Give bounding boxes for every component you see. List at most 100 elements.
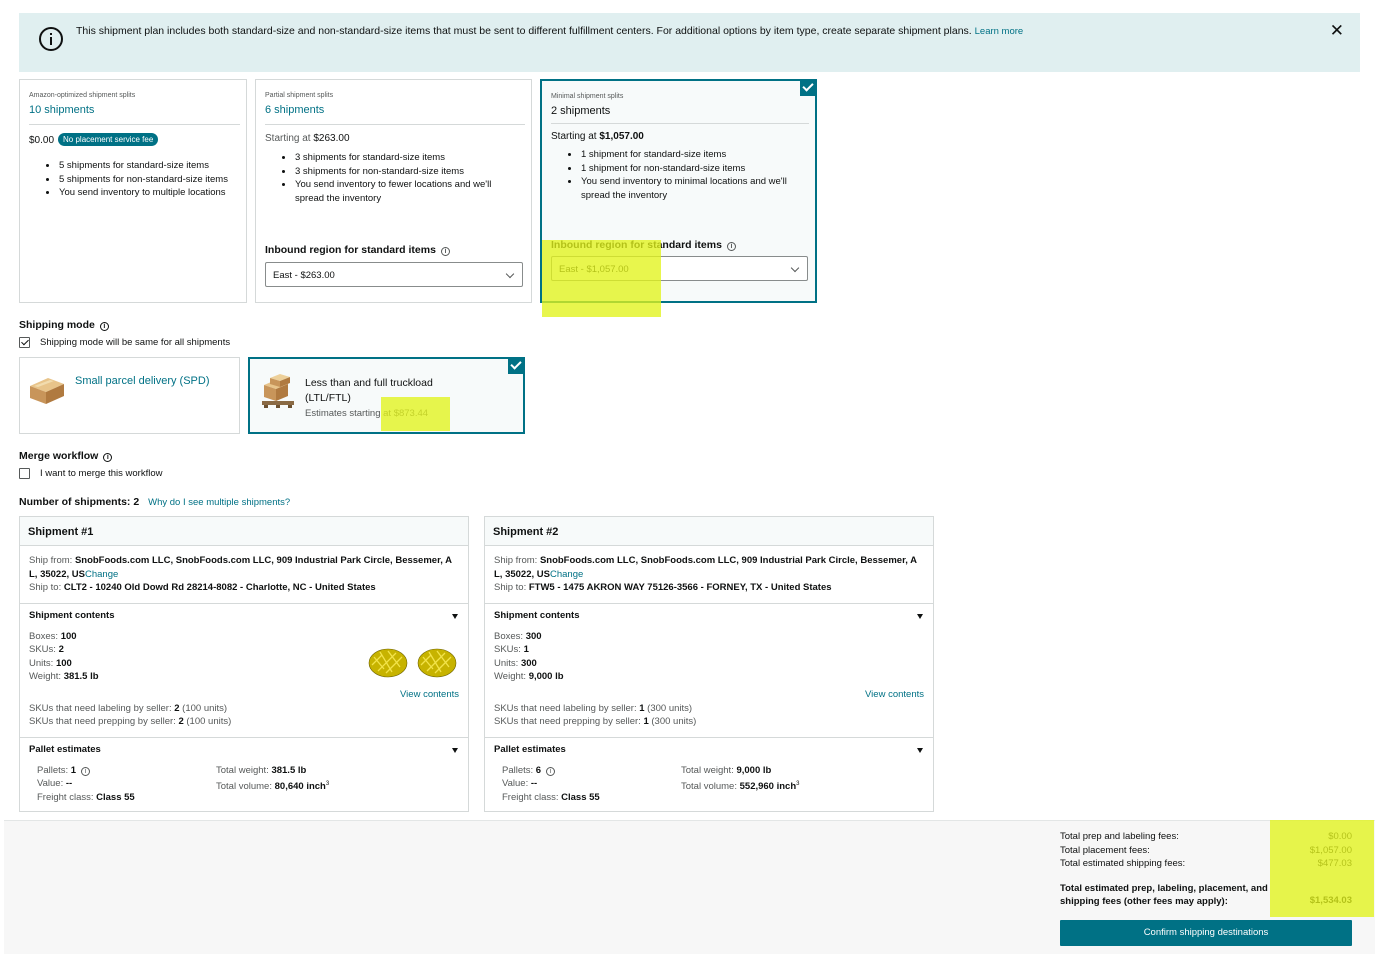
same-mode-label: Shipping mode will be same for all shipm…: [40, 337, 231, 348]
info-circle-icon[interactable]: i: [81, 767, 91, 776]
boxes: Boxes: 100: [29, 631, 77, 642]
info-circle-icon[interactable]: i: [99, 322, 109, 331]
split-option-partial[interactable]: Partial shipment splits 6 shipments Star…: [255, 79, 532, 303]
same-mode-checkbox[interactable]: [19, 337, 30, 348]
prepping-skus: SKUs that need prepping by seller: 1 (30…: [494, 716, 697, 727]
total-volume: Total volume: 80,640 inch3: [216, 781, 330, 793]
ship-from-line2: L, 35022, USChange: [29, 569, 119, 580]
mode-option-spd[interactable]: Small parcel delivery (SPD): [19, 357, 240, 434]
split-price: Starting at $263.00: [265, 133, 350, 144]
change-link[interactable]: Change: [550, 569, 583, 580]
caret-down-icon[interactable]: [452, 748, 458, 753]
units: Units: 100: [29, 658, 72, 669]
divider: [485, 737, 933, 738]
prep-fees-label: Total prep and labeling fees:: [1060, 831, 1179, 842]
total-fees-label: Total estimated prep, labeling, placemen…: [1060, 883, 1268, 907]
pallet-heading: Pallet estimates: [494, 744, 566, 755]
placement-fees-label: Total placement fees:: [1060, 845, 1150, 856]
info-circle-icon[interactable]: i: [103, 453, 113, 462]
product-thumbnail-images: [368, 648, 457, 678]
contents-heading: Shipment contents: [29, 610, 115, 621]
shipments-count: Number of shipments: 2 Why do I see mult…: [19, 496, 291, 508]
shipment-panel-1: Shipment #1 Ship from: SnobFoods.com LLC…: [19, 516, 469, 812]
list-item: You send inventory to fewer locations an…: [294, 178, 491, 192]
ship-from: Ship from: SnobFoods.com LLC, SnobFoods.…: [494, 555, 918, 566]
split-option-minimal[interactable]: Minimal shipment splits 2 shipments Star…: [540, 79, 817, 303]
caret-down-icon[interactable]: [917, 748, 923, 753]
list-item: You send inventory to multiple locations: [58, 186, 228, 200]
mode-option-ltl[interactable]: Less than and full truckload (LTL/FTL) E…: [248, 357, 525, 434]
banner-message: This shipment plan includes both standar…: [76, 25, 1024, 37]
multiple-shipments-link[interactable]: Why do I see multiple shipments?: [148, 497, 290, 508]
shipment-panel-2: Shipment #2 Ship from: SnobFoods.com LLC…: [484, 516, 934, 812]
shipping-mode-heading: Shipping mode i: [19, 319, 109, 331]
freight-class: Freight class: Class 55: [37, 792, 135, 803]
region-label: Inbound region for standard items i: [551, 239, 736, 251]
pallets: Pallets: 1i: [37, 765, 91, 776]
confirm-shipping-destinations-button[interactable]: Confirm shipping destinations: [1060, 920, 1352, 946]
total-weight: Total weight: 381.5 lb: [216, 765, 307, 776]
prepping-skus: SKUs that need prepping by seller: 2 (10…: [29, 716, 232, 727]
list-item: 1 shipment for non-standard-size items: [580, 162, 787, 176]
divider: [29, 124, 240, 125]
divider: [485, 603, 933, 604]
close-icon[interactable]: ✕: [1330, 22, 1344, 39]
mode-title: Less than and full truckload (LTL/FTL): [305, 377, 433, 404]
labeling-skus: SKUs that need labeling by seller: 2 (10…: [29, 703, 228, 714]
list-item: 5 shipments for non-standard-size items: [58, 173, 228, 187]
skus: SKUs: 1: [494, 644, 529, 655]
merge-checkbox[interactable]: [19, 468, 30, 479]
caret-down-icon[interactable]: [452, 614, 458, 619]
learn-more-link[interactable]: Learn more: [975, 26, 1024, 37]
region-select[interactable]: East - $263.00: [265, 262, 523, 287]
region-label: Inbound region for standard items i: [265, 244, 450, 256]
chevron-down-icon: [505, 269, 515, 279]
ship-to: Ship to: FTW5 - 1475 AKRON WAY 75126-356…: [494, 582, 832, 593]
total-volume: Total volume: 552,960 inch3: [681, 781, 800, 793]
split-bullets: 3 shipments for standard-size items 3 sh…: [294, 151, 491, 205]
split-option-amazon-optimized[interactable]: Amazon-optimized shipment splits 10 ship…: [19, 79, 247, 303]
shipping-fees-value: $477.03: [1317, 858, 1352, 869]
split-price: Starting at $1,057.00: [551, 131, 644, 142]
placement-fees-value: $1,057.00: [1309, 845, 1352, 856]
ship-from-line2: L, 35022, USChange: [494, 569, 584, 580]
list-item: 3 shipments for non-standard-size items: [294, 165, 491, 179]
info-circle-icon: [39, 27, 63, 51]
split-bullets: 5 shipments for standard-size items 5 sh…: [58, 159, 228, 200]
info-circle-icon[interactable]: i: [440, 247, 450, 256]
chevron-down-icon: [790, 263, 800, 273]
ship-from: Ship from: SnobFoods.com LLC, SnobFoods.…: [29, 555, 453, 566]
split-title: 2 shipments: [551, 105, 611, 117]
region-select[interactable]: East - $1,057.00: [551, 256, 808, 281]
view-contents-link[interactable]: View contents: [400, 689, 459, 700]
check-icon: [508, 357, 525, 374]
units: Units: 300: [494, 658, 537, 669]
list-item: 5 shipments for standard-size items: [58, 159, 228, 173]
info-banner: This shipment plan includes both standar…: [19, 13, 1360, 72]
split-small-label: Partial shipment splits: [265, 92, 334, 99]
weight: Weight: 381.5 lb: [29, 671, 99, 682]
split-title: 6 shipments: [265, 104, 325, 116]
total-weight: Total weight: 9,000 lb: [681, 765, 772, 776]
divider: [20, 603, 468, 604]
pallet-value: Value: --: [502, 778, 538, 789]
change-link[interactable]: Change: [85, 569, 118, 580]
list-item: 1 shipment for standard-size items: [580, 148, 787, 162]
shipping-fees-label: Total estimated shipping fees:: [1060, 858, 1186, 869]
pallet-value: Value: --: [37, 778, 73, 789]
shipment-title: Shipment #1: [20, 517, 468, 546]
info-circle-icon[interactable]: i: [726, 242, 736, 251]
caret-down-icon[interactable]: [917, 614, 923, 619]
view-contents-link[interactable]: View contents: [865, 689, 924, 700]
mode-estimate: Estimates starting at $873.44: [305, 408, 429, 419]
split-bullets: 1 shipment for standard-size items 1 shi…: [580, 148, 787, 202]
pallet-icon: [262, 374, 294, 408]
divider: [551, 123, 809, 124]
labeling-skus: SKUs that need labeling by seller: 1 (30…: [494, 703, 693, 714]
info-circle-icon[interactable]: i: [546, 767, 556, 776]
contents-heading: Shipment contents: [494, 610, 580, 621]
box-icon: [30, 378, 64, 404]
pallet-heading: Pallet estimates: [29, 744, 101, 755]
split-price: $0.00 No placement service fee: [29, 133, 159, 146]
boxes: Boxes: 300: [494, 631, 542, 642]
